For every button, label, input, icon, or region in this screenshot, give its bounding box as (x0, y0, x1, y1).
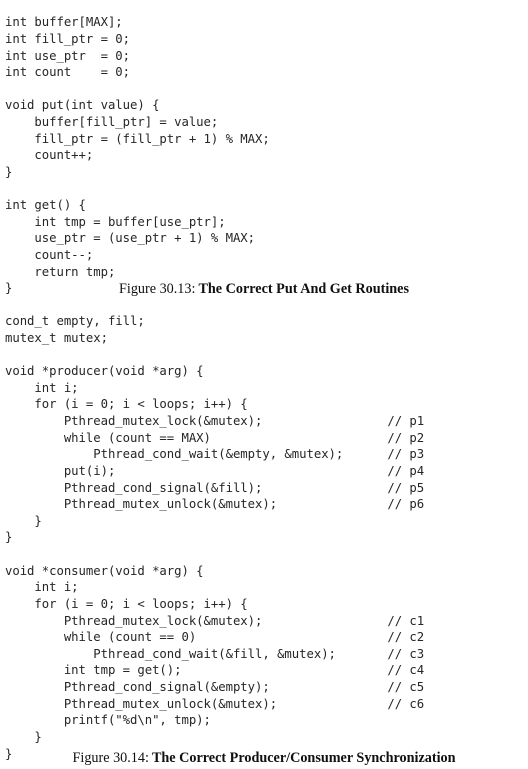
figure-caption-title: The Correct Put And Get Routines (198, 281, 410, 297)
document-page: int buffer[MAX]; int fill_ptr = 0; int u… (0, 0, 528, 769)
figure-caption-label: Figure 30.13: (118, 281, 196, 297)
figure-caption-30-14: Figure 30.14: The Correct Producer/Consum… (0, 749, 528, 767)
figure-caption-title: The Correct Producer/Consumer Synchroniz… (151, 750, 456, 766)
figure-caption-label: Figure 30.14: (72, 750, 149, 766)
code-block-producer-consumer: cond_t empty, fill; mutex_t mutex; void … (5, 314, 425, 761)
figure-caption-30-13: Figure 30.13: The Correct Put And Get Rou… (0, 280, 528, 298)
code-block-put-get: int buffer[MAX]; int fill_ptr = 0; int u… (5, 15, 270, 296)
